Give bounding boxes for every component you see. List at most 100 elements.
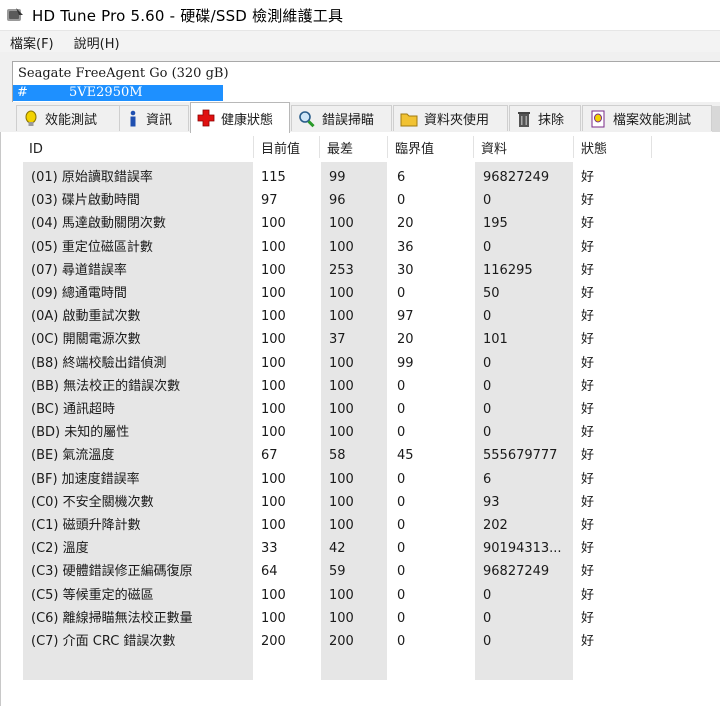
table-row[interactable]: (BC) 通訊超時 100 100 0 0 好 (1, 398, 701, 421)
health-table: ID 目前值 最差 臨界值 資料 狀態 (01) 原始讀取錯誤率 115 99 6 96… (0, 132, 720, 706)
attribute-name: (C3) 硬體錯誤修正編碼復原 (31, 564, 193, 580)
current-value: 100 (261, 610, 286, 626)
status: 好 (581, 378, 595, 394)
threshold-value: 0 (397, 286, 406, 301)
table-row[interactable]: (C7) 介面 CRC 錯誤次數 200 200 0 0 好 (1, 630, 701, 653)
status: 好 (581, 448, 595, 464)
tab-file-benchmark[interactable]: 檔案效能測試 (582, 105, 712, 131)
table-row[interactable]: (C1) 磁頭升降計數 100 100 0 202 好 (1, 514, 701, 537)
tab-info[interactable]: 資訊 (119, 105, 189, 131)
attribute-name: (0A) 啟動重試次數 (31, 309, 141, 325)
threshold-value: 0 (397, 541, 406, 557)
attribute-name: (05) 重定位磁區計數 (31, 239, 153, 255)
column-divider (253, 136, 254, 158)
table-row[interactable]: (C2) 溫度 33 42 0 90194313... 好 (1, 537, 701, 560)
table-row[interactable]: (BF) 加速度錯誤率 100 100 0 6 好 (1, 468, 701, 491)
column-header-id[interactable]: ID (23, 132, 253, 162)
column-header-threshold[interactable]: 臨界值 (389, 132, 473, 162)
status: 好 (581, 170, 595, 185)
tab-benchmark[interactable]: 效能測試 (16, 105, 120, 131)
column-header-current[interactable]: 目前值 (255, 132, 319, 162)
tab-erase[interactable]: 抹除 (509, 105, 581, 131)
table-row[interactable]: (07) 尋道錯誤率 100 253 30 116295 好 (1, 259, 701, 282)
table-row[interactable]: (0C) 開關電源次數 100 37 20 101 好 (1, 328, 701, 351)
attribute-name: (BD) 未知的屬性 (31, 425, 130, 441)
worst-value: 100 (329, 425, 354, 441)
tab-label: 健康狀態 (221, 112, 274, 128)
table-row[interactable]: (05) 重定位磁區計數 100 100 36 0 好 (1, 236, 701, 259)
worst-value: 100 (329, 239, 354, 255)
menu-bar: 檔案(F) 說明(H) (0, 30, 720, 53)
column-header-data[interactable]: 資料 (475, 132, 573, 162)
title-bar: HD Tune Pro 5.60 - 硬碟/SSD 檢測維護工具 (0, 0, 720, 30)
threshold-value: 0 (397, 518, 406, 533)
worst-value: 100 (329, 309, 354, 325)
table-row[interactable]: (03) 碟片啟動時間 97 96 0 0 好 (1, 189, 701, 212)
drive-serial: 5VE2950M (69, 85, 143, 100)
attribute-name: (BC) 通訊超時 (31, 402, 116, 417)
status: 好 (581, 518, 595, 533)
status: 好 (581, 425, 595, 441)
threshold-value: 0 (397, 471, 406, 487)
table-row[interactable]: (C0) 不安全關機次數 100 100 0 93 好 (1, 491, 701, 514)
status: 好 (581, 239, 595, 255)
attribute-name: (B8) 終端校驗出錯偵測 (31, 355, 167, 371)
worst-value: 42 (329, 541, 346, 557)
worst-value: 253 (329, 262, 354, 278)
attribute-name: (BB) 無法校正的錯誤次數 (31, 378, 181, 394)
threshold-value: 97 (397, 309, 414, 325)
tab-health[interactable]: 健康狀態 (190, 102, 290, 133)
attribute-name: (01) 原始讀取錯誤率 (31, 170, 153, 185)
table-row[interactable]: (04) 馬達啟動關閉次數 100 100 20 195 好 (1, 212, 701, 235)
table-row[interactable]: (C5) 等候重定的磁區 100 100 0 0 好 (1, 584, 701, 607)
raw-data: 0 (483, 193, 492, 209)
table-row[interactable]: (C3) 硬體錯誤修正編碼復原 64 59 0 96827249 好 (1, 560, 701, 583)
column-divider (387, 136, 388, 158)
attribute-name: (C0) 不安全關機次數 (31, 494, 154, 510)
tab-folder-usage[interactable]: 資料夾使用 (393, 105, 508, 131)
worst-value: 100 (329, 610, 354, 626)
raw-data: 96827249 (483, 170, 550, 185)
attribute-name: (03) 碟片啟動時間 (31, 193, 140, 209)
table-row[interactable]: (01) 原始讀取錯誤率 115 99 6 96827249 好 (1, 166, 701, 189)
attribute-name: (0C) 開關電源次數 (31, 332, 141, 348)
drive-serial-row[interactable]: # 5VE2950M (13, 85, 223, 101)
current-value: 115 (261, 170, 286, 185)
tab-label: 抹除 (538, 113, 565, 128)
table-row[interactable]: (0A) 啟動重試次數 100 100 97 0 好 (1, 305, 701, 328)
raw-data: 96827249 (483, 564, 550, 580)
threshold-value: 0 (397, 402, 406, 417)
table-row[interactable]: (BE) 氣流溫度 67 58 45 555679777 好 (1, 444, 701, 467)
status: 好 (581, 286, 595, 301)
column-header-status[interactable]: 狀態 (575, 132, 651, 162)
window-title: HD Tune Pro 5.60 - 硬碟/SSD 檢測維護工具 (32, 6, 344, 25)
table-row[interactable]: (09) 總通電時間 100 100 0 50 好 (1, 282, 701, 305)
threshold-value: 36 (397, 239, 414, 255)
current-value: 100 (261, 425, 286, 441)
worst-value: 99 (329, 170, 346, 185)
threshold-value: 20 (397, 216, 414, 232)
drive-selector[interactable]: Seagate FreeAgent Go (320 gB) # 5VE2950M (12, 61, 720, 103)
attribute-name: (09) 總通電時間 (31, 286, 127, 301)
magnifier-icon (299, 110, 315, 127)
column-divider (473, 136, 474, 158)
table-row[interactable]: (C6) 離線掃瞄無法校正數量 100 100 0 0 好 (1, 607, 701, 630)
info-icon (130, 110, 136, 126)
table-row[interactable]: (B8) 終端校驗出錯偵測 100 100 99 0 好 (1, 352, 701, 375)
trash-icon (518, 111, 530, 127)
attribute-name: (BF) 加速度錯誤率 (31, 471, 140, 487)
hdtune-app-icon (7, 8, 23, 21)
attribute-name: (C5) 等候重定的磁區 (31, 587, 154, 603)
current-value: 100 (261, 355, 286, 371)
menu-file[interactable]: 檔案(F) (0, 33, 64, 52)
raw-data: 0 (483, 309, 492, 325)
current-value: 100 (261, 378, 286, 394)
menu-help[interactable]: 說明(H) (64, 33, 130, 52)
worst-value: 100 (329, 471, 354, 487)
threshold-value: 99 (397, 355, 414, 371)
table-row[interactable]: (BD) 未知的屬性 100 100 0 0 好 (1, 421, 701, 444)
column-header-worst[interactable]: 最差 (321, 132, 387, 162)
current-value: 100 (261, 518, 286, 533)
table-row[interactable]: (BB) 無法校正的錯誤次數 100 100 0 0 好 (1, 375, 701, 398)
tab-error-scan[interactable]: 錯誤掃瞄 (291, 105, 392, 131)
